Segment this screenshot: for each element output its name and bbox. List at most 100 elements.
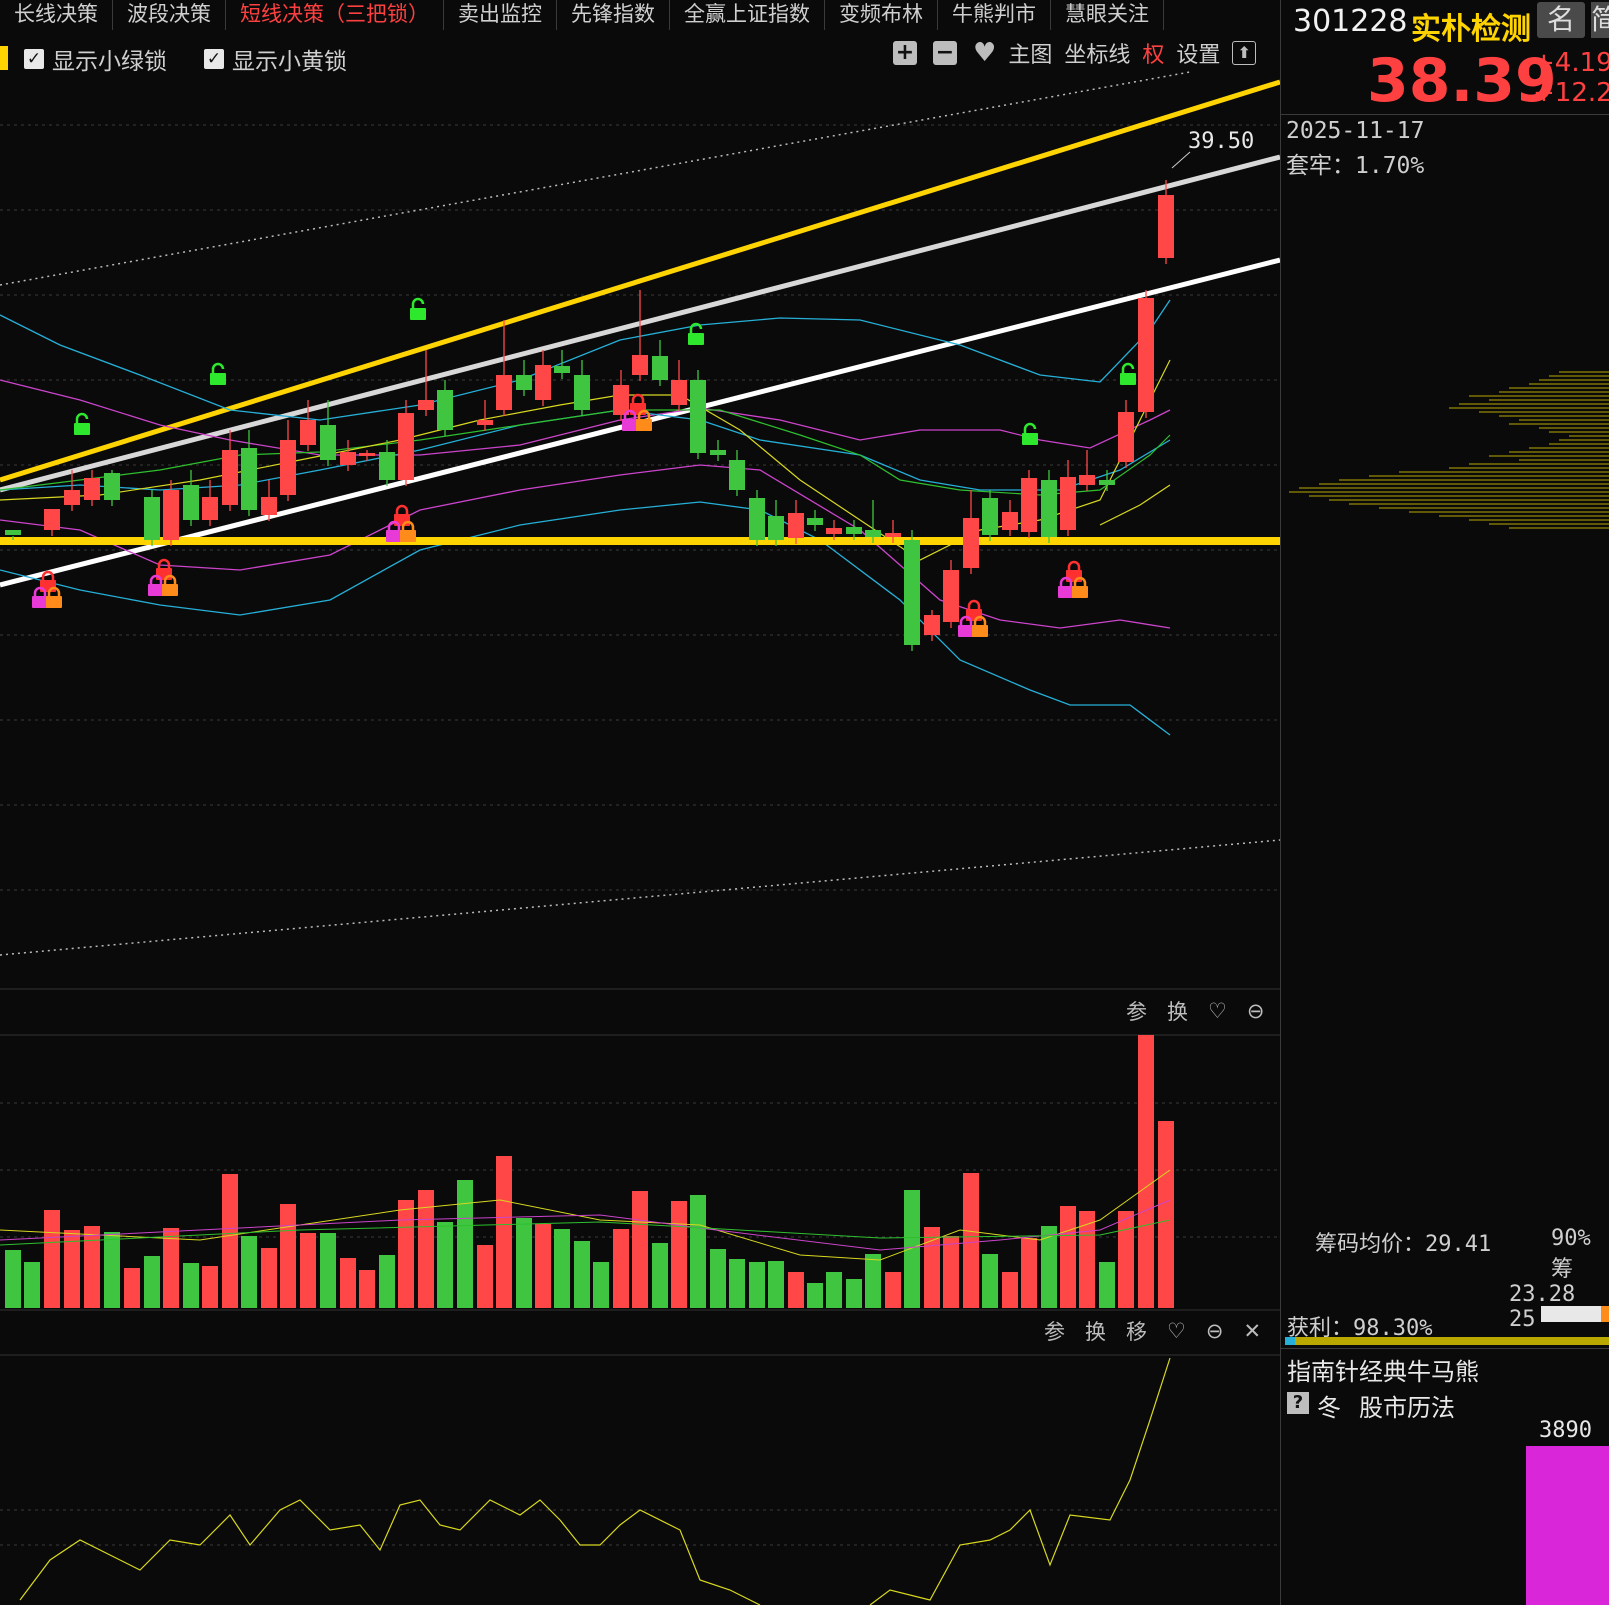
main-chart-button[interactable]: 主图 [1008,37,1052,69]
show-yellow-lock-checkbox[interactable]: ✓ 显示小黄锁 [204,42,347,76]
compass-title: 指南针经典牛马熊 [1287,1358,1479,1386]
name-toggle-button[interactable]: 名 [1537,2,1585,38]
candle-body [183,485,199,520]
volume-bar [846,1279,862,1308]
volume-bar [202,1266,218,1308]
tab-6[interactable]: 变频布林 [825,0,938,30]
compass-bar-value: 3890 [1539,1418,1592,1443]
volume-bar [44,1210,60,1308]
selection-marker [0,46,8,70]
volume-bar [613,1229,629,1308]
tab-3[interactable]: 卖出监控 [444,0,557,30]
volume-bar [1002,1272,1018,1308]
volume-bar [340,1258,356,1308]
candle-body [982,498,998,535]
zoom-out-circle-icon[interactable]: ⊖ [1206,1319,1224,1343]
candle-body [865,530,881,537]
red-lock-icon [394,514,410,526]
volume-bar [379,1255,395,1308]
candle-body [477,420,493,425]
volume-bar [144,1256,160,1308]
zoom-out-button[interactable]: − [933,41,957,65]
volume-bar [1138,1035,1154,1308]
axis-line-button[interactable]: 坐标线 [1064,37,1130,69]
candle-body [280,440,296,495]
change-percent: +12.2 [1533,78,1609,108]
price-change: +4.19 +12.2 [1533,48,1609,108]
tab-5[interactable]: 全赢上证指数 [670,0,825,30]
green-lock-icon [75,412,89,423]
volume-bar [457,1180,473,1308]
volume-switch-button[interactable]: 换 [1167,996,1188,1026]
chart-toolbar: ✓ 显示小绿锁 ✓ 显示小黄锁 + − ♥ 主图 坐标线 权 设置 ⬆ [0,36,1280,75]
red-lock-icon [157,558,171,568]
bollinger-mid [0,409,1171,491]
tab-8[interactable]: 慧眼关注 [1051,0,1164,30]
tab-4[interactable]: 先锋指数 [557,0,670,30]
checkbox-checked-icon: ✓ [204,49,224,69]
candle-body [768,516,784,540]
tab-0[interactable]: 长线决策 [0,0,113,30]
show-green-lock-checkbox[interactable]: ✓ 显示小绿锁 [24,42,167,76]
pink-lock-icon [386,530,402,542]
volume-bar [1060,1206,1076,1308]
ma-green [0,409,1171,496]
volume-bar [1158,1121,1174,1308]
heart-icon[interactable]: ♡ [1167,1319,1186,1343]
candle-body [1158,195,1174,258]
chip-average-cost: 筹码均价：29.41 [1315,1232,1492,1257]
volume-param-button[interactable]: 参 [1126,996,1147,1026]
volume-bar [124,1268,140,1308]
volume-bar [574,1241,590,1308]
volume-bar [535,1224,551,1308]
indicator-param-button[interactable]: 参 [1044,1316,1065,1346]
red-lock-icon [395,504,409,514]
chart-canvas[interactable]: 39.50 [0,0,1280,1605]
stock-name: 实朴检测 [1411,12,1531,47]
last-price: 38.39 [1367,46,1557,116]
expand-icon[interactable]: ⬆ [1232,41,1257,65]
tab-2[interactable]: 短线决策（三把锁） [226,0,444,30]
checkbox-checked-icon: ✓ [24,49,44,69]
high-price-label: 39.50 [1188,129,1254,154]
candle-body [924,615,940,635]
rights-adjust-button[interactable]: 权 [1142,37,1164,69]
volume-bar [516,1218,532,1308]
green-lock-icon [688,333,704,345]
chip-date: 2025-11-17 [1286,118,1425,144]
volume-bar [652,1243,668,1308]
red-lock-icon [40,580,56,592]
tab-1[interactable]: 波段决策 [113,0,226,30]
candle-body [300,420,316,445]
settings-button[interactable]: 设置 [1176,37,1220,69]
volume-bar [280,1204,296,1308]
volume-bar [710,1249,726,1308]
market-calendar-label: 股市历法 [1359,1394,1455,1422]
volume-bar [359,1270,375,1308]
right-info-panel: 301228 实朴检测 名 简 38.39 +4.19 +12.2 2025-1… [1281,0,1609,1605]
volume-bar [222,1174,238,1308]
candle-body [202,497,218,520]
candle-body [1099,480,1115,485]
indicator-move-button[interactable]: 移 [1126,1316,1147,1346]
zoom-out-circle-icon[interactable]: ⊖ [1247,999,1265,1023]
tab-7[interactable]: 牛熊判市 [938,0,1051,30]
chip-range-marker [1601,1306,1609,1322]
candle-body [1118,412,1134,462]
candle-body [574,375,590,410]
orange-lock-icon [636,419,652,431]
indicator-switch-button[interactable]: 换 [1085,1316,1106,1346]
candle-body [885,533,901,537]
volume-bar [865,1254,881,1308]
orange-lock-icon [46,596,62,608]
candle-body [359,453,375,456]
abbr-toggle-button[interactable]: 简 [1591,2,1609,38]
volume-bar [904,1190,920,1308]
heart-icon[interactable]: ♡ [1208,999,1227,1023]
help-icon[interactable]: ? [1287,1392,1309,1414]
candle-body [163,490,179,540]
zoom-in-button[interactable]: + [893,41,917,65]
green-lock-icon [1121,362,1135,373]
close-icon[interactable]: ✕ [1243,1319,1261,1343]
favorite-heart-icon[interactable]: ♥ [973,38,996,68]
